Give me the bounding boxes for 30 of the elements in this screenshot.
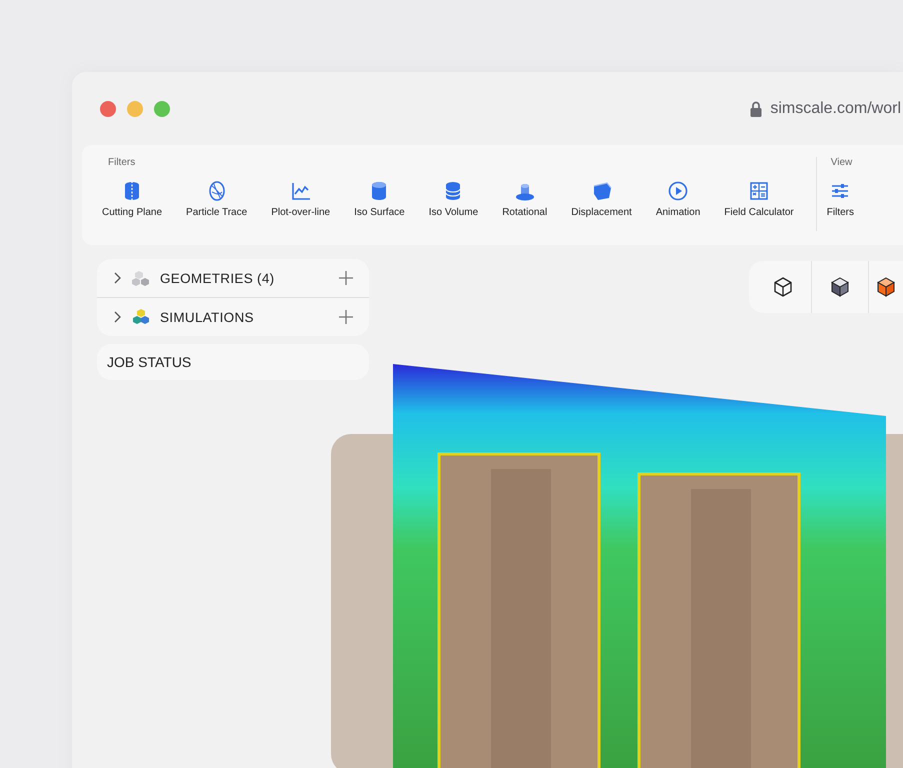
solid-cube-icon [829,276,851,298]
toolbar-button[interactable]: Field Calculator [716,178,802,220]
toolbar-button[interactable]: Cutting Plane [94,178,170,220]
cubes-icon [132,308,150,326]
cube-icon [875,276,897,298]
cubes-icon [132,269,150,287]
toolbar-group-title: Filters [108,157,136,168]
job-status-panel[interactable]: JOB STATUS [97,344,369,380]
calculator-icon [748,180,770,202]
toolbar-button[interactable]: Particle Trace [178,178,256,220]
toolbar-button[interactable]: Iso Volume [420,178,486,220]
lock-icon [750,100,762,116]
toolbar-button[interactable]: Filters [818,178,862,220]
url-text: simscale.com/worl [770,100,901,118]
add-icon[interactable] [339,310,353,324]
play-icon [667,180,690,202]
toolbar-button[interactable]: Displacement [563,178,640,220]
toolbar-group-title: View [830,157,854,168]
toolbar-button[interactable]: Rotational [494,178,556,220]
toolbar-button[interactable]: Plot-over-line [263,178,338,220]
wireframe-cube-icon [772,276,794,298]
line-chart-icon [290,180,312,202]
chevron-right-icon[interactable] [112,311,122,323]
add-icon[interactable] [339,271,353,285]
close-button[interactable] [100,100,116,116]
tree-item[interactable]: SIMULATIONS [97,297,369,336]
tree-item[interactable]: GEOMETRIES (4) [97,259,369,297]
toolbar-button[interactable]: Animation [648,178,708,220]
chevron-right-icon[interactable] [112,272,122,284]
toolbar-button[interactable]: Iso Surface [346,178,413,220]
